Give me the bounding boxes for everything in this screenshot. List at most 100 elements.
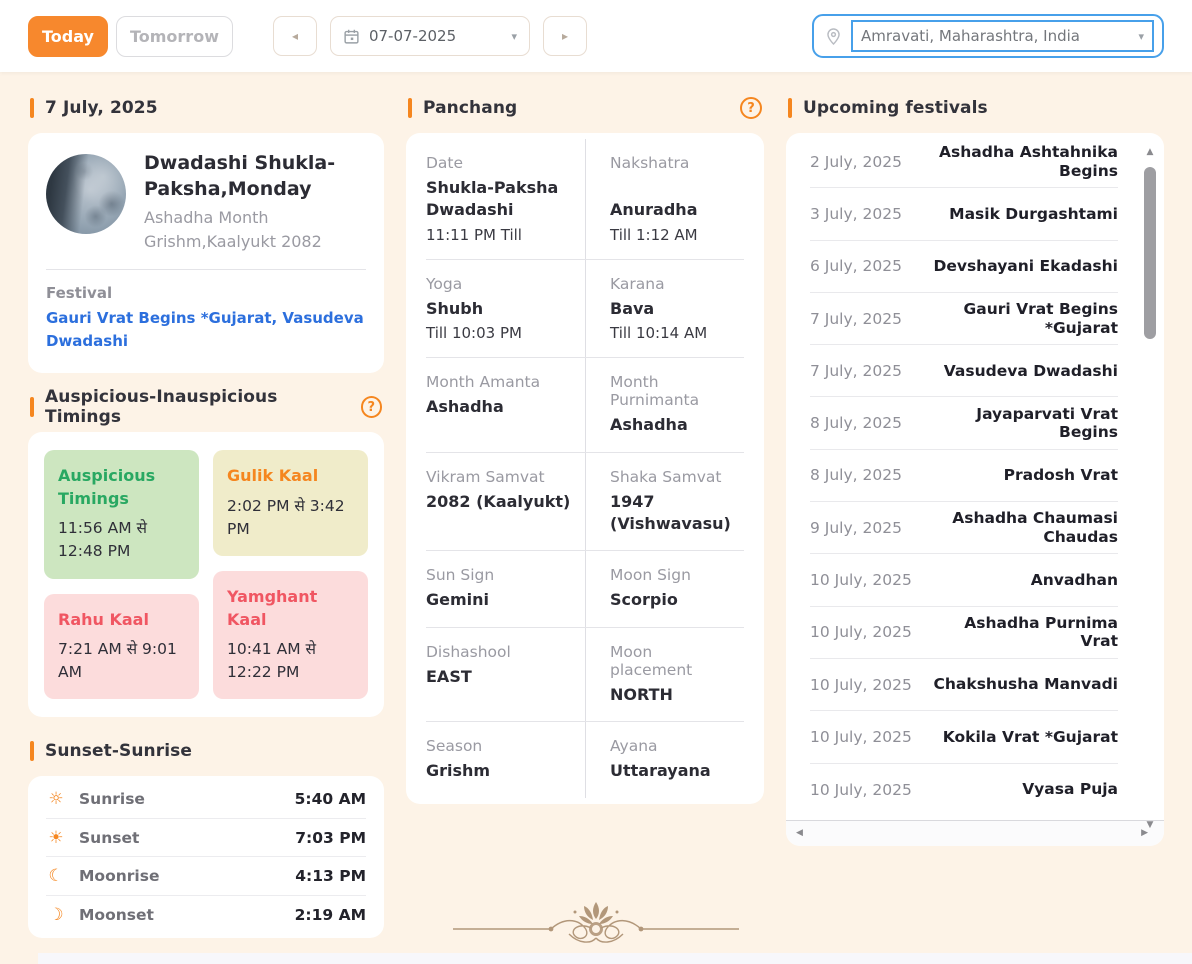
panchang-cell-date: Date Shukla-Paksha Dwadashi 11:11 PM Til… (426, 139, 585, 259)
chip-time: 11:56 AM से 12:48 PM (58, 517, 185, 564)
panchang-cell-season: Season Grishm (426, 722, 585, 797)
panchang-label: Shaka Samvat (610, 468, 738, 486)
topbar: Today Tomorrow ◂ 07-07-2025 ▾ ▸ Amrava (0, 0, 1192, 72)
festival-name: Kokila Vrat *Gujarat (943, 728, 1118, 747)
upcoming-festivals-card: 2 July, 2025 Ashadha Ashtahnika Begins 3… (786, 133, 1164, 846)
festival-row[interactable]: 10 July, 2025 Anvadhan (810, 554, 1118, 606)
date-heading-text: 7 July, 2025 (45, 98, 158, 118)
panchang-row: Dishashool EAST Moon placement NORTH (426, 628, 744, 722)
help-icon[interactable]: ? (361, 396, 382, 418)
panchang-column: Panchang ? Date Shukla-Paksha Dwadashi 1… (406, 96, 764, 938)
festival-date: 3 July, 2025 (810, 205, 902, 223)
festival-row[interactable]: 3 July, 2025 Masik Durgashtami (810, 188, 1118, 240)
panchang-value: EAST (426, 666, 579, 688)
yamghant-kaal-chip: Yamghant Kaal 10:41 AM से 12:22 PM (213, 571, 368, 699)
festival-name: Devshayani Ekadashi (933, 257, 1118, 276)
tomorrow-button[interactable]: Tomorrow (116, 16, 233, 57)
sunrise-icon: ☼ (46, 789, 66, 809)
timings-card: Auspicious Timings 11:56 AM से 12:48 PM … (28, 432, 384, 717)
scroll-up-icon[interactable]: ▲ (1144, 147, 1156, 157)
panchang-cell-month-amanta: Month Amanta Ashadha (426, 358, 585, 451)
panchang-label: Month Purnimanta (610, 373, 738, 409)
panchang-cell-dishashool: Dishashool EAST (426, 628, 585, 721)
day-summary-card: Dwadashi Shukla-Paksha,Monday Ashadha Mo… (28, 133, 384, 373)
panchang-value: Scorpio (610, 589, 738, 611)
decorative-flourish (0, 898, 1192, 950)
sun-row-time: 4:13 PM (295, 867, 366, 885)
panchang-cell-yoga: Yoga Shubh Till 10:03 PM (426, 260, 585, 357)
panchang-row: Sun Sign Gemini Moon Sign Scorpio (426, 551, 744, 627)
festival-link[interactable]: Gauri Vrat Begins *Gujarat, Vasudeva Dwa… (46, 307, 366, 354)
timings-heading: Auspicious-Inauspicious Timings ? (30, 395, 382, 419)
accent-bar (788, 98, 792, 118)
festival-name: Masik Durgashtami (949, 205, 1118, 224)
panchang-cell-month-purnimanta: Month Purnimanta Ashadha (585, 358, 744, 451)
panchang-label: Moon placement (610, 643, 738, 679)
festival-date: 10 July, 2025 (810, 571, 912, 589)
panchang-value: Shubh (426, 298, 579, 320)
sun-row-label: Moonrise (79, 867, 282, 885)
chevron-left-icon: ◂ (292, 29, 298, 43)
panchang-label: Month Amanta (426, 373, 579, 391)
location-input[interactable]: Amravati, Maharashtra, India ▾ (851, 20, 1154, 52)
panchang-till: Till 1:12 AM (610, 226, 738, 244)
samvat-line: Grishm,Kaalyukt 2082 (144, 230, 366, 253)
festival-name: Chakshusha Manvadi (934, 675, 1118, 694)
festival-label: Festival (46, 284, 366, 302)
panchang-label: Moon Sign (610, 566, 738, 584)
panchang-label: Vikram Samvat (426, 468, 579, 486)
panchang-value: Gemini (426, 589, 579, 611)
auspicious-timings-chip: Auspicious Timings 11:56 AM से 12:48 PM (44, 450, 199, 578)
sun-row-time: 7:03 PM (295, 829, 366, 847)
festival-list: 2 July, 2025 Ashadha Ashtahnika Begins 3… (786, 136, 1164, 816)
scroll-left-icon[interactable]: ◀ (796, 828, 803, 838)
date-picker[interactable]: 07-07-2025 ▾ (330, 16, 530, 56)
date-value: 07-07-2025 (369, 27, 502, 45)
festival-date: 7 July, 2025 (810, 310, 902, 328)
festivals-column: Upcoming festivals 2 July, 2025 Ashadha … (786, 96, 1164, 938)
festival-name: Ashadha Chaumasi Chaudas (912, 509, 1118, 546)
festival-row[interactable]: 9 July, 2025 Ashadha Chaumasi Chaudas (810, 502, 1118, 554)
festival-row[interactable]: 10 July, 2025 Ashadha Purnima Vrat (810, 607, 1118, 659)
moonrise-icon: ☾ (46, 866, 66, 886)
today-button[interactable]: Today (28, 16, 108, 57)
scrollbar-thumb[interactable] (1144, 167, 1156, 339)
festival-name: Ashadha Ashtahnika Begins (912, 143, 1118, 180)
accent-bar (408, 98, 412, 118)
location-picker[interactable]: Amravati, Maharashtra, India ▾ (812, 14, 1164, 58)
festival-row[interactable]: 6 July, 2025 Devshayani Ekadashi (810, 241, 1118, 293)
help-icon[interactable]: ? (740, 97, 762, 119)
scroll-right-icon[interactable]: ▶ (1141, 828, 1148, 838)
moonrise-row: ☾ Moonrise 4:13 PM (46, 857, 366, 896)
rahu-kaal-chip: Rahu Kaal 7:21 AM से 9:01 AM (44, 594, 199, 700)
panchang-label: Sun Sign (426, 566, 579, 584)
panchang-label: Nakshatra (610, 154, 738, 172)
festival-row[interactable]: 7 July, 2025 Gauri Vrat Begins *Gujarat (810, 293, 1118, 345)
panchang-value: Uttarayana (610, 760, 738, 782)
festival-row[interactable]: 2 July, 2025 Ashadha Ashtahnika Begins (810, 136, 1118, 188)
next-day-button[interactable]: ▸ (543, 16, 587, 56)
chip-title: Auspicious Timings (58, 465, 185, 510)
festival-row[interactable]: 8 July, 2025 Jayaparvati Vrat Begins (810, 397, 1118, 449)
panchang-value: Ashadha (610, 414, 738, 436)
vertical-scrollbar[interactable]: ▲ ▼ (1142, 145, 1158, 812)
panchang-cell-vikram-samvat: Vikram Samvat 2082 (Kaalyukt) (426, 453, 585, 551)
panchang-label: Karana (610, 275, 738, 293)
festival-row[interactable]: 10 July, 2025 Kokila Vrat *Gujarat (810, 711, 1118, 763)
festival-row[interactable]: 10 July, 2025 Chakshusha Manvadi (810, 659, 1118, 711)
gulik-kaal-chip: Gulik Kaal 2:02 PM से 3:42 PM (213, 450, 368, 556)
scroll-down-icon[interactable]: ▼ (1144, 820, 1156, 830)
festival-row[interactable]: 8 July, 2025 Pradosh Vrat (810, 450, 1118, 502)
festival-row[interactable]: 10 July, 2025 Vyasa Puja (810, 764, 1118, 816)
chevron-down-icon: ▾ (1138, 30, 1144, 43)
panchang-cell-nakshatra: Nakshatra Anuradha Till 1:12 AM (585, 139, 744, 259)
chip-time: 7:21 AM से 9:01 AM (58, 638, 185, 685)
prev-day-button[interactable]: ◂ (273, 16, 317, 56)
festival-date: 9 July, 2025 (810, 519, 902, 537)
location-value: Amravati, Maharashtra, India (861, 27, 1132, 45)
festival-row[interactable]: 7 July, 2025 Vasudeva Dwadashi (810, 345, 1118, 397)
festival-date: 10 July, 2025 (810, 623, 912, 641)
sunset-icon: ☀ (46, 828, 66, 848)
divider (46, 269, 366, 270)
horizontal-scrollbar[interactable]: ◀ ▶ (786, 820, 1164, 846)
